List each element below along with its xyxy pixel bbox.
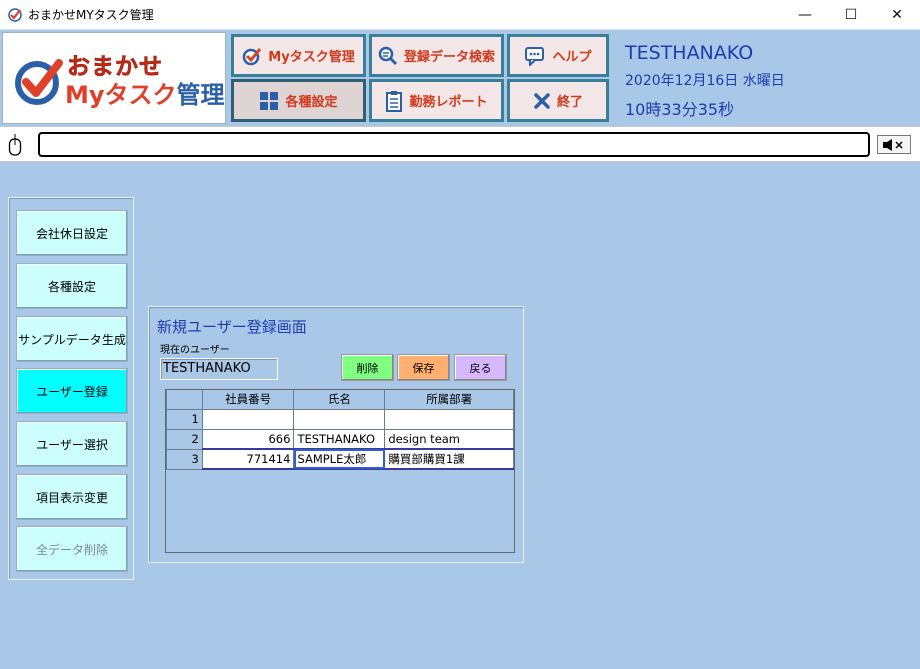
settings-button[interactable]: 各種設定 [231,79,366,122]
current-user-label: 現在のユーザー [160,345,230,356]
help-button[interactable]: ヘルプ [507,34,609,77]
message-bar [0,126,920,162]
cell-name-selected[interactable]: SAMPLE太郎 [293,448,386,470]
logo-text-blue: 管理 [176,81,225,109]
table-row: 3 771414 SAMPLE太郎 購買部購買1課 [166,448,514,470]
column-header-department[interactable]: 所属部署 [384,390,514,410]
save-button[interactable]: 保存 [397,354,450,381]
current-user-field: TESTHANAKO [160,358,278,380]
back-button[interactable]: 戻る [454,354,507,381]
cell-employee-id[interactable]: 771414 [201,448,295,470]
panel-title: 新規ユーザー登録画面 [157,318,307,336]
check-icon [242,46,262,66]
help-label: ヘルプ [552,50,592,65]
table-header-row: 社員番号 氏名 所属部署 [166,390,514,410]
sidebar-item-company-holiday[interactable]: 会社休日設定 [16,210,128,256]
search-icon [378,46,398,66]
delete-button[interactable]: 削除 [341,354,394,381]
cell-employee-id[interactable] [201,408,295,430]
logo-text-red: Myタスク [65,81,177,109]
user-grid[interactable]: 社員番号 氏名 所属部署 1 2 666 TESTHANAKO design t… [165,389,515,553]
table-row: 1 [166,408,514,430]
sidebar-item-display-change[interactable]: 項目表示変更 [16,474,128,520]
exit-button[interactable]: 終了 [507,79,609,122]
column-header-employee-id[interactable]: 社員番号 [201,390,295,410]
cell-department[interactable] [384,408,514,430]
check-logo-icon [15,59,63,105]
title-bar: おまかせMYタスク管理 — ☐ ✕ [0,0,920,30]
search-button[interactable]: 登録データ検索 [369,34,504,77]
logo-text-bottom: Myタスク管理 [65,75,225,110]
grid-icon [259,91,279,111]
mouse-icon [8,134,22,156]
sidebar: 会社休日設定 各種設定 サンプルデータ生成 ユーザー登録 ユーザー選択 項目表示… [8,197,134,580]
table-row: 2 666 TESTHANAKO design team [166,428,514,450]
cell-department[interactable]: 購買部購買1課 [384,448,514,470]
column-header-name[interactable]: 氏名 [293,390,386,410]
sidebar-item-sample-data[interactable]: サンプルデータ生成 [16,316,128,362]
user-info: TESTHANAKO 2020年12月16日 水曜日 10時33分35秒 [625,42,785,120]
exit-label: 終了 [556,95,583,110]
report-label: 勤務レポート [409,95,488,110]
logo: おまかせ Myタスク管理 [2,32,226,124]
report-button[interactable]: 勤務レポート [369,79,504,122]
user-table: 社員番号 氏名 所属部署 1 2 666 TESTHANAKO design t… [166,390,514,470]
cell-name[interactable]: TESTHANAKO [293,428,386,450]
current-time: 10時33分35秒 [625,100,735,119]
mute-speaker-icon[interactable] [877,135,911,154]
clipboard-icon [385,90,403,112]
row-number: 2 [166,428,203,450]
cell-name[interactable] [293,408,386,430]
row-number-header [166,390,203,410]
app-icon [8,7,22,22]
sidebar-item-user-register[interactable]: ユーザー登録 [16,368,128,414]
user-register-panel: 新規ユーザー登録画面 現在のユーザー TESTHANAKO 削除 保存 戻る 社… [148,306,524,563]
sidebar-item-user-select[interactable]: ユーザー選択 [16,421,128,467]
row-number: 1 [166,408,203,430]
user-name: TESTHANAKO [625,42,754,64]
minimize-button[interactable]: — [782,0,828,30]
sidebar-item-settings[interactable]: 各種設定 [16,263,128,309]
close-button[interactable]: ✕ [874,0,920,30]
mytask-label: Myタスク管理 [268,50,355,65]
search-label: 登録データ検索 [403,50,495,65]
sidebar-item-delete-all: 全データ削除 [16,526,128,572]
maximize-button[interactable]: ☐ [828,0,874,30]
current-date: 2020年12月16日 水曜日 [625,73,785,89]
message-field [38,132,870,157]
header: おまかせ Myタスク管理 Myタスク管理 登録データ検索 ヘルプ 各種設定 勤務… [0,30,920,126]
cell-employee-id[interactable]: 666 [201,428,295,450]
chat-help-icon [524,46,546,66]
mytask-button[interactable]: Myタスク管理 [231,34,366,77]
window-title: おまかせMYタスク管理 [28,8,154,22]
settings-label: 各種設定 [285,95,338,110]
cell-department[interactable]: design team [384,428,514,450]
row-number: 3 [166,448,203,470]
close-x-icon [533,92,551,110]
